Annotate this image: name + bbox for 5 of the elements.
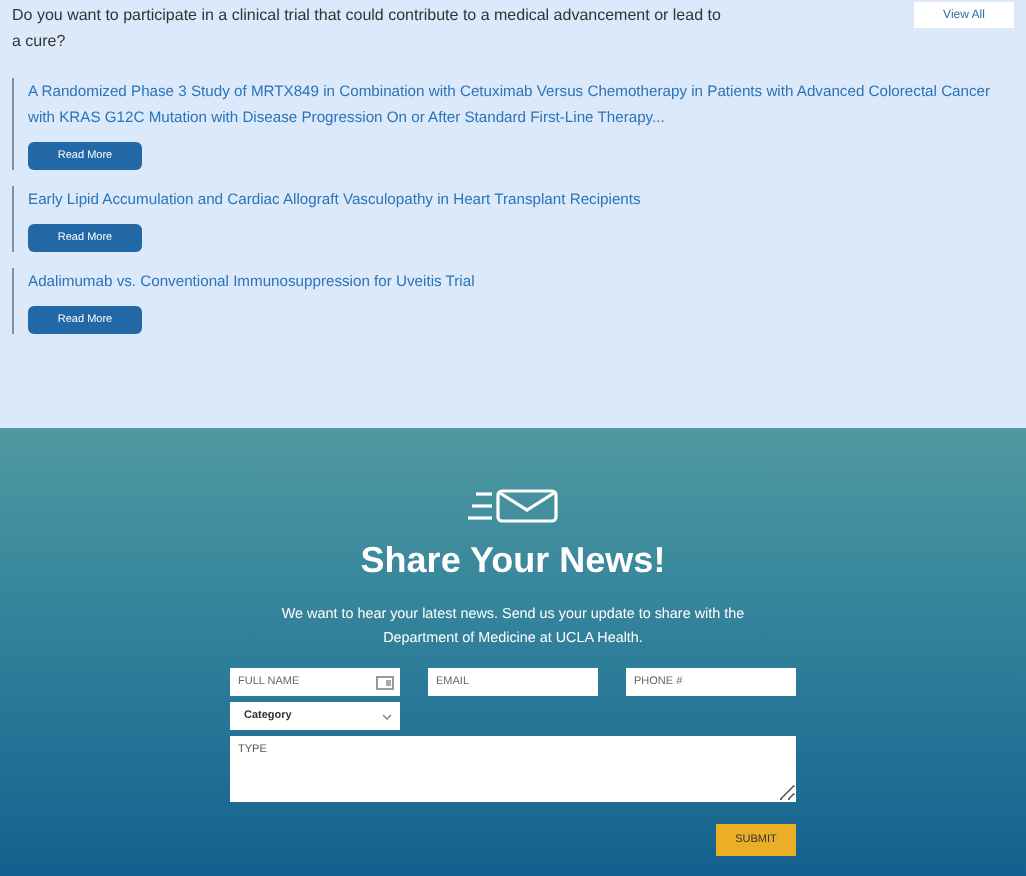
envelope-icon	[467, 488, 559, 524]
news-heading: Share Your News!	[360, 540, 666, 582]
intro-text: Do you want to participate in a clinical trial that could contribute to a medical advancement or lead to a cure?	[12, 4, 723, 54]
contact-card-icon	[376, 675, 394, 689]
chevron-icon	[382, 713, 392, 719]
